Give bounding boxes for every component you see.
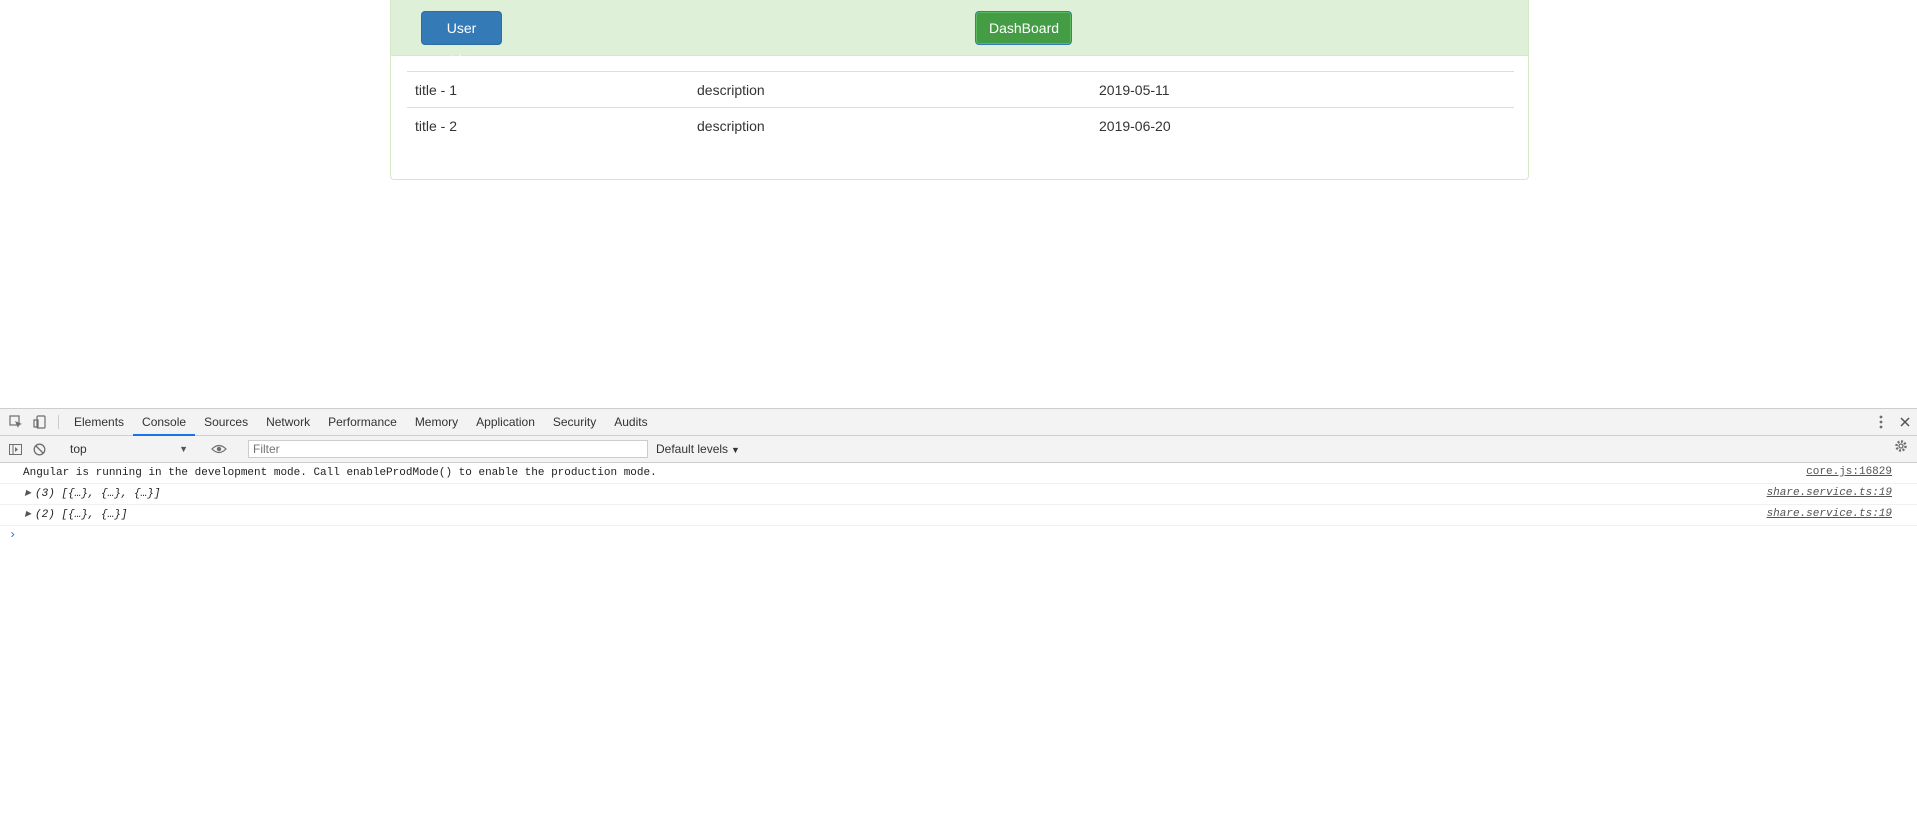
expand-arrow-icon[interactable]: ▶ [25, 509, 31, 519]
row-title: title - 2 [415, 117, 458, 134]
log-levels-dropdown[interactable]: Default levels ▼ [656, 442, 740, 456]
source-link[interactable]: share.service.ts:19 [1767, 508, 1892, 520]
console-messages: Angular is running in the development mo… [0, 463, 1917, 544]
panel-heading: User List DashBoard [391, 0, 1528, 68]
row-date: 2019-05-11 [1099, 81, 1170, 98]
tab-sources[interactable]: Sources [195, 409, 257, 435]
console-message[interactable]: ▶ (2) [{…}, {…}] share.service.ts:19 [0, 505, 1917, 526]
close-icon[interactable] [1893, 417, 1917, 427]
devtools-tab-bar: Elements Console Sources Network Perform… [0, 409, 1917, 436]
tab-elements[interactable]: Elements [65, 409, 133, 435]
table-row: title - 2 description 2019-06-20 [407, 107, 1514, 144]
tab-audits[interactable]: Audits [605, 409, 656, 435]
tab-application[interactable]: Application [467, 409, 544, 435]
console-message-text: Angular is running in the development mo… [23, 467, 657, 479]
filter-input[interactable] [248, 440, 648, 458]
row-date: 2019-06-20 [1099, 117, 1171, 134]
console-message-text: (3) [{…}, {…}, {…}] [35, 488, 161, 500]
dropdown-arrow-icon: ▼ [179, 444, 188, 454]
expand-arrow-icon[interactable]: ▶ [25, 488, 31, 498]
app-viewport: User List DashBoard title - 1 descriptio… [0, 0, 1917, 408]
row-title: title - 1 [415, 81, 458, 98]
eye-icon[interactable] [207, 444, 231, 454]
divider [58, 415, 59, 429]
sidebar-toggle-icon[interactable] [3, 443, 27, 455]
console-message: Angular is running in the development mo… [0, 463, 1917, 484]
console-message[interactable]: ▶ (3) [{…}, {…}, {…}] share.service.ts:1… [0, 484, 1917, 505]
tab-security[interactable]: Security [544, 409, 605, 435]
items-table: title - 1 description 2019-05-11 title -… [407, 71, 1514, 144]
gear-icon[interactable] [1889, 439, 1913, 453]
tab-memory[interactable]: Memory [406, 409, 467, 435]
devtools-panel: Elements Console Sources Network Perform… [0, 408, 1917, 833]
clear-console-icon[interactable] [27, 443, 51, 456]
dashboard-button[interactable]: DashBoard [975, 11, 1072, 45]
inspect-element-icon[interactable] [4, 409, 28, 435]
row-description: description [697, 117, 765, 134]
console-toolbar: top ▼ Default levels▼ [0, 436, 1917, 463]
dashboard-panel: User List DashBoard title - 1 descriptio… [390, 0, 1529, 180]
row-description: description [697, 81, 765, 98]
source-link[interactable]: core.js:16829 [1806, 466, 1892, 478]
log-levels-label: Default levels [656, 442, 729, 456]
more-options-icon[interactable] [1869, 415, 1893, 429]
tab-performance[interactable]: Performance [319, 409, 406, 435]
table-row: title - 1 description 2019-05-11 [407, 71, 1514, 108]
tab-network[interactable]: Network [257, 409, 319, 435]
user-list-button[interactable]: User List [421, 11, 502, 68]
device-toolbar-icon[interactable] [28, 409, 52, 435]
devtools-window-controls [1856, 409, 1917, 435]
prompt-chevron-icon: › [9, 528, 17, 542]
context-selector[interactable]: top ▼ [64, 439, 194, 459]
tab-console[interactable]: Console [133, 409, 196, 436]
console-prompt[interactable]: › [0, 526, 1917, 544]
dropdown-arrow-icon: ▼ [731, 445, 740, 455]
context-value: top [70, 442, 87, 456]
source-link[interactable]: share.service.ts:19 [1767, 487, 1892, 499]
console-message-text: (2) [{…}, {…}] [35, 509, 128, 521]
